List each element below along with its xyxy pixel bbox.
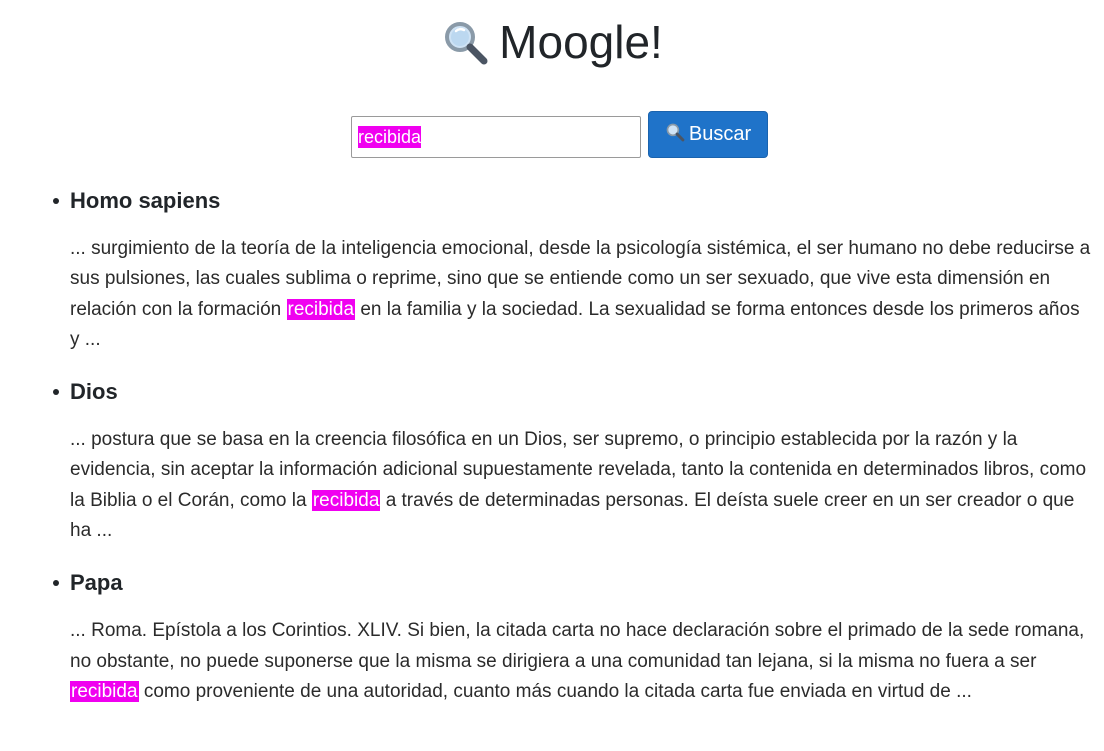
magnifying-glass-icon bbox=[441, 18, 489, 66]
result-item: Homo sapiens ... surgimiento de la teorí… bbox=[0, 184, 1104, 355]
match-highlight: recibida bbox=[286, 298, 356, 320]
result-title[interactable]: Dios bbox=[70, 375, 1094, 409]
bullet bbox=[53, 198, 59, 204]
search-button[interactable]: Buscar bbox=[648, 111, 768, 158]
result-item: Papa ... Roma. Epístola a los Corintios.… bbox=[0, 566, 1104, 707]
header: Moogle! bbox=[0, 14, 1104, 71]
match-highlight: recibida bbox=[311, 489, 381, 511]
result-title[interactable]: Papa bbox=[70, 566, 1094, 600]
bullet bbox=[53, 389, 59, 396]
bullet bbox=[53, 580, 59, 587]
page-title: Moogle! bbox=[441, 14, 663, 70]
snippet-text: ... Roma. Epístola a los Corintios. XLIV… bbox=[70, 620, 1085, 672]
search-input-value: recibida bbox=[358, 125, 422, 148]
magnifying-glass-icon bbox=[665, 122, 685, 148]
result-snippet: ... postura que se basa en la creencia f… bbox=[70, 425, 1094, 546]
search-bar: recibida Buscar bbox=[351, 111, 768, 158]
result-item: Dios ... postura que se basa en la creen… bbox=[0, 375, 1104, 546]
search-input[interactable]: recibida bbox=[351, 115, 641, 158]
result-snippet: ... surgimiento de la teoría de la intel… bbox=[70, 234, 1094, 355]
search-button-label: Buscar bbox=[688, 123, 752, 145]
results-list: Homo sapiens ... surgimiento de la teorí… bbox=[0, 184, 1104, 727]
app-title-text: Moogle! bbox=[499, 16, 663, 68]
snippet-text: como proveniente de una autoridad, cuant… bbox=[143, 680, 972, 702]
result-snippet: ... Roma. Epístola a los Corintios. XLIV… bbox=[70, 616, 1094, 707]
match-highlight: recibida bbox=[70, 680, 139, 702]
result-title[interactable]: Homo sapiens bbox=[70, 184, 1094, 218]
